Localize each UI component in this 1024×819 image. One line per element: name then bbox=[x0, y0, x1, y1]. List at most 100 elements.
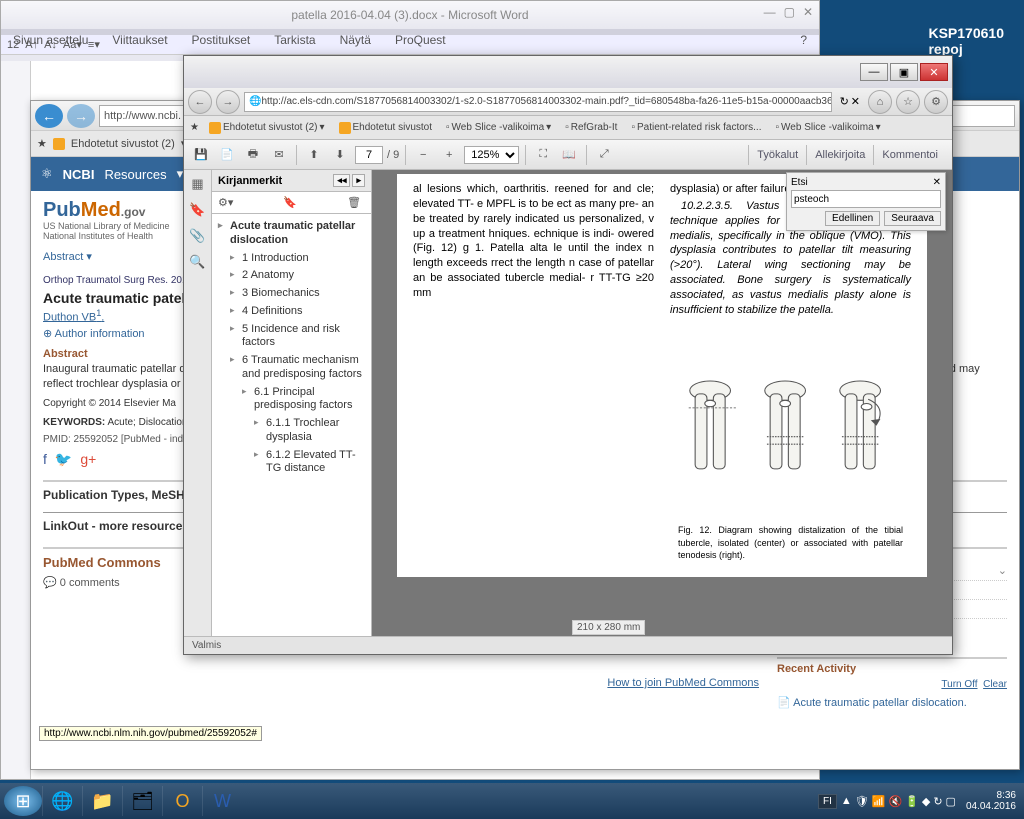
fav-patient-risk[interactable]: ▫Patient-related risk factors... bbox=[627, 121, 765, 134]
find-input[interactable] bbox=[791, 190, 941, 208]
home-icon[interactable]: ⌂ bbox=[868, 90, 892, 114]
zoom-selector[interactable]: 125% bbox=[464, 146, 519, 164]
attachments-icon[interactable]: 📎 bbox=[189, 228, 205, 244]
print-icon[interactable]: 🖶 bbox=[242, 144, 264, 166]
bookmark-item[interactable]: 6.1 Principal predisposing factors bbox=[240, 384, 367, 416]
tray-av-icon[interactable]: ◆ bbox=[922, 795, 930, 808]
minimize-button[interactable]: — bbox=[860, 63, 888, 81]
tray-battery-icon[interactable]: 🔋 bbox=[905, 795, 919, 808]
google-plus-icon[interactable]: g+ bbox=[80, 451, 96, 468]
close-button[interactable]: ✕ bbox=[920, 63, 948, 81]
font-shrink-icon[interactable]: A↓ bbox=[44, 39, 57, 51]
taskbar-folder-icon[interactable]: 🗂 bbox=[122, 786, 162, 816]
fav-suggested[interactable]: Ehdotetut sivustot bbox=[335, 121, 437, 135]
bookmark-item[interactable]: Acute traumatic patellar dislocation bbox=[216, 218, 367, 250]
help-icon[interactable]: ? bbox=[796, 31, 811, 35]
tab-view[interactable]: Näytä bbox=[336, 31, 375, 35]
read-mode-icon[interactable]: 📖 bbox=[558, 144, 580, 166]
search-binoculars-icon[interactable]: 🔍 bbox=[189, 254, 205, 270]
bookmarks-icon[interactable]: 🔖 bbox=[189, 202, 205, 218]
bookmark-item[interactable]: 4 Definitions bbox=[228, 303, 367, 321]
tray-network-icon[interactable]: 📶 bbox=[872, 795, 886, 808]
minimize-icon[interactable]: — bbox=[764, 5, 776, 19]
fav-suggested-2[interactable]: Ehdotetut sivustot (2) ▾ bbox=[205, 121, 329, 135]
find-prev-button[interactable]: Edellinen bbox=[825, 211, 880, 226]
prev-page-icon[interactable]: ⬆ bbox=[303, 144, 325, 166]
fav-webslice-2[interactable]: ▫Web Slice -valikoima ▾ bbox=[771, 121, 884, 134]
bullets-icon[interactable]: ≡▾ bbox=[88, 38, 100, 51]
suggested-sites-link[interactable]: Ehdotetut sivustot (2) bbox=[71, 138, 175, 150]
tray-shield-icon[interactable]: 🛡 bbox=[855, 795, 869, 808]
change-case-icon[interactable]: Aa▾ bbox=[63, 38, 82, 51]
bm-collapse-icon[interactable]: ◂◂ bbox=[333, 174, 350, 187]
tray-flag-icon[interactable]: ▲ bbox=[841, 795, 852, 808]
taskbar-clock[interactable]: 8:36 04.04.2016 bbox=[960, 790, 1016, 812]
back-button[interactable]: ← bbox=[35, 104, 63, 128]
favorites-star-icon[interactable]: ☆ bbox=[896, 90, 920, 114]
bm-new-icon[interactable]: 🔖 bbox=[283, 196, 297, 209]
stop-icon[interactable]: ✕ bbox=[851, 95, 860, 108]
tray-sync-icon[interactable]: ↻ bbox=[933, 795, 942, 808]
resources-menu[interactable]: Resources bbox=[104, 167, 166, 182]
bm-options-icon[interactable]: ⚙▾ bbox=[218, 196, 233, 209]
forward-button[interactable]: → bbox=[67, 104, 95, 128]
tools-tab[interactable]: Työkalut bbox=[748, 145, 806, 165]
zoom-in-icon[interactable]: + bbox=[438, 144, 460, 166]
bookmark-item[interactable]: 1 Introduction bbox=[228, 250, 367, 268]
bookmark-item[interactable]: 6.1.2 Elevated TT-TG distance bbox=[252, 447, 367, 479]
taskbar-outlook-icon[interactable]: O bbox=[162, 786, 202, 816]
tray-icons[interactable]: ▲ 🛡 📶 🔇 🔋 ◆ ↻ ▢ bbox=[841, 795, 956, 808]
bookmark-item[interactable]: 6 Traumatic mechanism and predisposing f… bbox=[228, 352, 367, 384]
email-icon[interactable]: ✉ bbox=[268, 144, 290, 166]
settings-gear-icon[interactable]: ⚙ bbox=[924, 90, 948, 114]
bm-delete-icon[interactable]: 🗑 bbox=[347, 196, 361, 209]
clear-link[interactable]: Clear bbox=[983, 679, 1007, 690]
find-next-button[interactable]: Seuraava bbox=[884, 211, 941, 226]
taskbar-explorer-icon[interactable]: 📁 bbox=[82, 786, 122, 816]
tab-page-layout[interactable]: Sivun asettelu bbox=[9, 31, 92, 35]
turn-off-link[interactable]: Turn Off bbox=[941, 679, 977, 690]
fav-webslice-1[interactable]: ▫Web Slice -valikoima ▾ bbox=[442, 121, 555, 134]
recent-item[interactable]: 📄 Acute traumatic patellar dislocation. bbox=[777, 696, 1007, 709]
forward-button-pdf[interactable]: → bbox=[216, 90, 240, 114]
restore-button[interactable]: ▣ bbox=[890, 63, 918, 81]
page-number-input[interactable] bbox=[355, 146, 383, 164]
comment-tab[interactable]: Kommentoi bbox=[873, 145, 946, 165]
sign-tab[interactable]: Allekirjoita bbox=[806, 145, 873, 165]
twitter-icon[interactable]: 🐦 bbox=[55, 451, 72, 468]
bookmark-item[interactable]: 3 Biomechanics bbox=[228, 285, 367, 303]
font-size-selector[interactable]: 12 bbox=[7, 39, 19, 51]
fit-page-icon[interactable]: ⛶ bbox=[532, 144, 554, 166]
bookmark-item[interactable]: 6.1.1 Trochlear dysplasia bbox=[252, 415, 367, 447]
save-icon[interactable]: 💾 bbox=[190, 144, 212, 166]
back-button-pdf[interactable]: ← bbox=[188, 90, 212, 114]
abstract-dropdown[interactable]: Abstract ▾ bbox=[43, 250, 92, 263]
pdf-icon[interactable]: 📄 bbox=[216, 144, 238, 166]
refresh-icon[interactable]: ↻ bbox=[840, 95, 849, 108]
facebook-icon[interactable]: f bbox=[43, 451, 47, 468]
start-button[interactable]: ⊞ bbox=[4, 786, 42, 816]
taskbar-ie-icon[interactable]: 🌐 bbox=[42, 786, 82, 816]
tab-references[interactable]: Viittaukset bbox=[108, 31, 171, 35]
favorites-icon[interactable]: ★ bbox=[37, 137, 47, 150]
language-indicator[interactable]: FI bbox=[818, 794, 837, 809]
close-icon[interactable]: ✕ bbox=[803, 5, 813, 19]
tab-proquest[interactable]: ProQuest bbox=[391, 31, 450, 35]
tab-review[interactable]: Tarkista bbox=[270, 31, 319, 35]
how-to-join-link[interactable]: How to join PubMed Commons bbox=[607, 677, 759, 689]
add-favorite-icon[interactable]: ★ bbox=[190, 122, 199, 133]
maximize-icon[interactable]: ▢ bbox=[784, 5, 795, 19]
fav-refgrab[interactable]: ▫RefGrab-It bbox=[561, 121, 621, 134]
suggested-sites-icon[interactable] bbox=[53, 138, 65, 150]
bm-close-icon[interactable]: ▸ bbox=[352, 174, 365, 187]
pdf-page-view[interactable]: al lesions which, oarthritis. reened for… bbox=[372, 170, 952, 636]
pdf-address-bar[interactable]: 🌐 http://ac.els-cdn.com/S187705681400330… bbox=[244, 92, 832, 112]
bookmark-item[interactable]: 5 Incidence and risk factors bbox=[228, 321, 367, 353]
ncbi-brand[interactable]: NCBI bbox=[63, 167, 95, 182]
font-grow-icon[interactable]: A↑ bbox=[25, 39, 38, 51]
fullscreen-icon[interactable]: ⤢ bbox=[593, 144, 615, 166]
tray-sound-icon[interactable]: 🔇 bbox=[888, 795, 902, 808]
thumbnails-icon[interactable]: ▦ bbox=[191, 176, 203, 192]
tab-mailings[interactable]: Postitukset bbox=[188, 31, 255, 35]
tray-misc-icon[interactable]: ▢ bbox=[946, 795, 956, 808]
